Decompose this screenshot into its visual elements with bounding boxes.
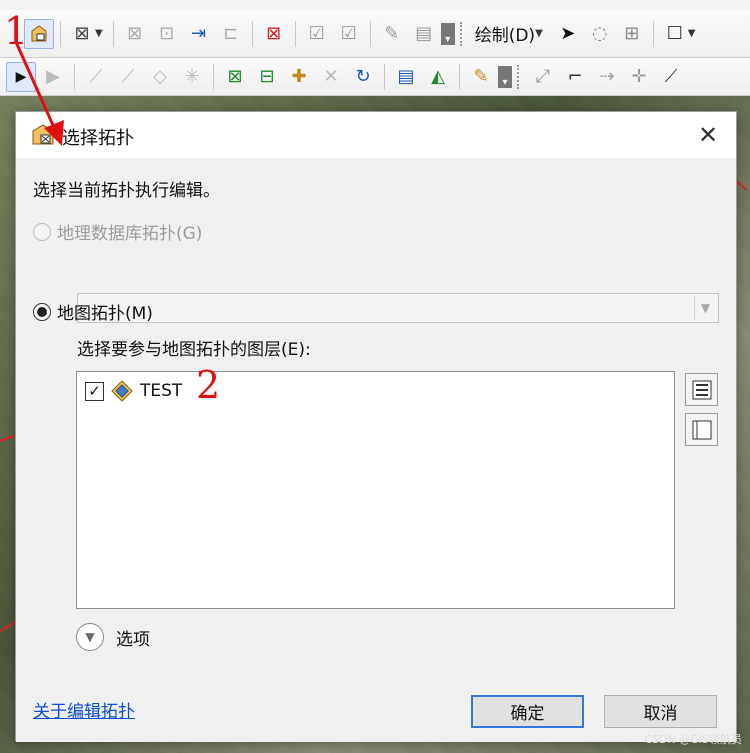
watermark: CSDN @GIS领航员 [644, 733, 742, 746]
annotation-arrow [14, 41, 64, 146]
